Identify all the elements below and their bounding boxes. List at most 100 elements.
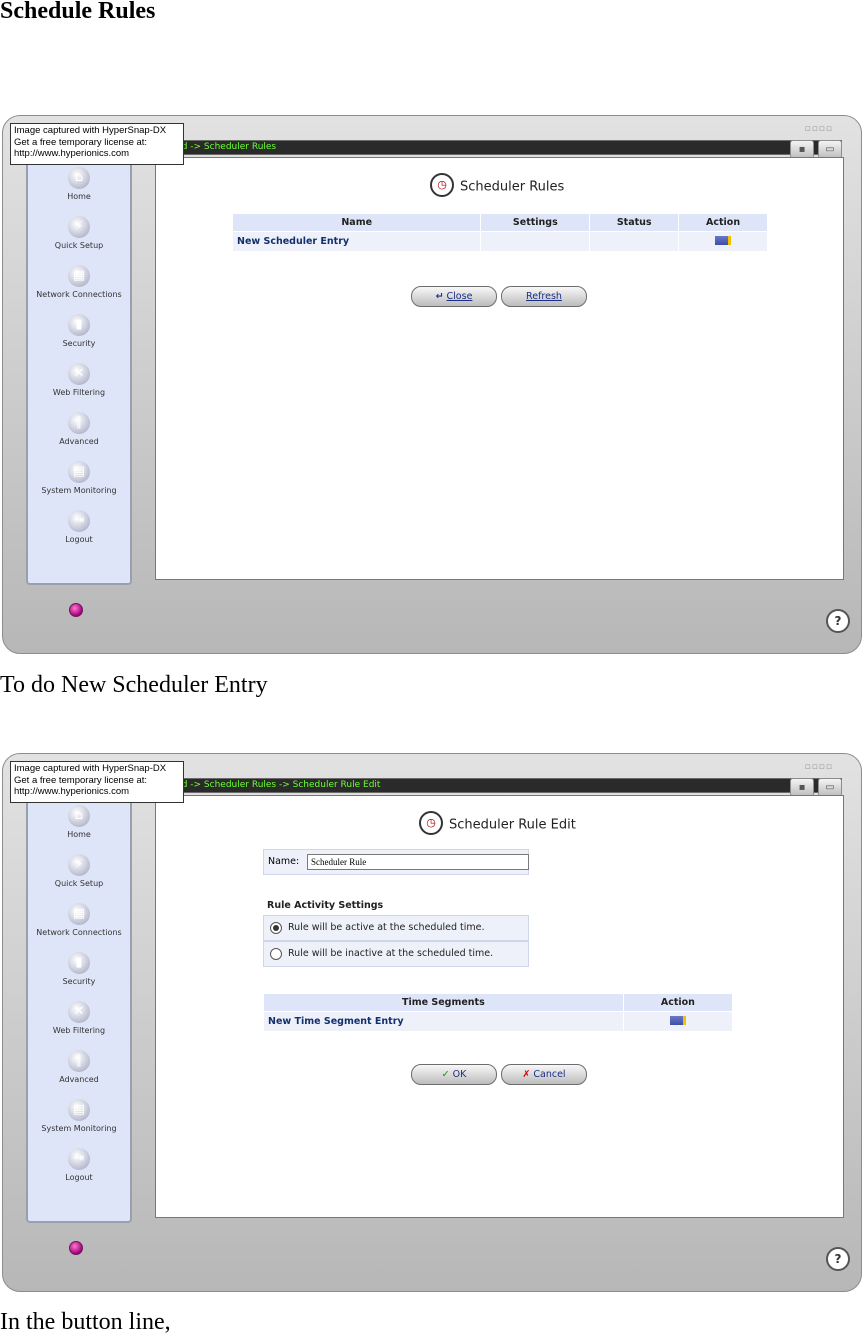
name-label: Name: bbox=[268, 856, 300, 867]
return-arrow-icon: ↵ bbox=[435, 291, 444, 302]
name-field-row: Name: Scheduler Rule bbox=[263, 849, 529, 875]
table-row: New Time Segment Entry bbox=[263, 1011, 734, 1032]
table-cell-status bbox=[589, 231, 680, 252]
window-grip: ▫▫▫▫ bbox=[804, 124, 833, 134]
checkmark-icon: ✓ bbox=[441, 1069, 450, 1080]
sidebar-item-label: Advanced bbox=[59, 437, 99, 446]
column-header-action: Action bbox=[678, 213, 768, 232]
sidebar-item-label: Home bbox=[67, 192, 91, 201]
radio-active[interactable] bbox=[270, 922, 282, 934]
screenshot-scheduler-rules: ▫▫▫▫ anced -> Scheduler Rules ▪ ▭ ⌂ Home … bbox=[0, 113, 864, 656]
column-header-name: Name bbox=[231, 213, 482, 232]
sidebar-item-logout[interactable]: ⇥ Logout bbox=[28, 510, 130, 554]
sidebar-item-network-connections[interactable]: ▦ Network Connections bbox=[28, 265, 130, 309]
network-icon: ▦ bbox=[68, 903, 90, 925]
home-icon: ⌂ bbox=[68, 805, 90, 827]
new-scheduler-entry-link[interactable]: New Scheduler Entry bbox=[231, 231, 482, 252]
watermark-line: Get a free temporary license at: bbox=[14, 774, 148, 786]
sidebar-item-advanced[interactable]: ∥ Advanced bbox=[28, 412, 130, 456]
sidebar-item-label: Logout bbox=[65, 1173, 93, 1182]
sidebar-item-logout[interactable]: ⇥ Logout bbox=[28, 1148, 130, 1192]
edit-icon[interactable] bbox=[669, 1015, 686, 1025]
sidebar-item-web-filtering[interactable]: ✕ Web Filtering bbox=[28, 1001, 130, 1045]
caption-button-line: In the button line, bbox=[0, 1309, 171, 1335]
lock-icon: ▮ bbox=[68, 314, 90, 336]
monitor-icon: ▤ bbox=[68, 461, 90, 483]
hypersnap-watermark: Image captured with HyperSnap-DX Get a f… bbox=[10, 123, 184, 165]
cancel-button-label: Cancel bbox=[533, 1069, 566, 1080]
power-icon[interactable] bbox=[69, 603, 83, 617]
new-time-segment-entry-link[interactable]: New Time Segment Entry bbox=[263, 1011, 624, 1032]
column-header-time-segments: Time Segments bbox=[263, 993, 624, 1012]
sidebar-item-label: Quick Setup bbox=[54, 879, 104, 888]
sidebar-item-label: Web Filtering bbox=[52, 388, 106, 397]
sidebar-item-network-connections[interactable]: ▦ Network Connections bbox=[28, 903, 130, 947]
column-header-status: Status bbox=[589, 213, 680, 232]
home-icon: ⌂ bbox=[68, 167, 90, 189]
sidebar-item-label: System Monitoring bbox=[41, 1124, 117, 1133]
watermark-line: Image captured with HyperSnap-DX bbox=[14, 125, 167, 136]
window-grip: ▫▫▫▫ bbox=[804, 762, 833, 772]
caption-new-scheduler-entry: To do New Scheduler Entry bbox=[0, 672, 268, 698]
sidebar-item-label: Quick Setup bbox=[54, 241, 104, 250]
sidebar-item-home[interactable]: ⌂ Home bbox=[28, 167, 130, 211]
close-button[interactable]: ↵ Close bbox=[411, 286, 497, 307]
sidebar-item-label: Web Filtering bbox=[52, 1026, 106, 1035]
sidebar-item-quick-setup[interactable]: ⚡ Quick Setup bbox=[28, 854, 130, 898]
filter-icon: ✕ bbox=[68, 363, 90, 385]
edit-icon[interactable] bbox=[715, 235, 732, 245]
screenshot-scheduler-rule-edit: ▫▫▫▫ anced -> Scheduler Rules -> Schedul… bbox=[0, 751, 864, 1294]
page-title: ◷ Scheduler Rules bbox=[430, 173, 565, 199]
sidebar-item-label: Security bbox=[62, 339, 96, 348]
sidebar: ⌂ Home ⚡ Quick Setup ▦ Network Connections … bbox=[26, 791, 132, 1223]
sidebar-footer bbox=[26, 585, 128, 635]
clock-icon: ◷ bbox=[419, 811, 443, 835]
page-title-text: Scheduler Rule Edit bbox=[449, 817, 576, 833]
sidebar-footer bbox=[26, 1223, 128, 1273]
sidebar-item-quick-setup[interactable]: ⚡ Quick Setup bbox=[28, 216, 130, 260]
hypersnap-watermark: Image captured with HyperSnap-DX Get a f… bbox=[10, 761, 184, 803]
help-icon[interactable]: ? bbox=[826, 1247, 850, 1271]
column-header-settings: Settings bbox=[480, 213, 591, 232]
cancel-button[interactable]: ✗ Cancel bbox=[501, 1064, 587, 1085]
sidebar-item-system-monitoring[interactable]: ▤ System Monitoring bbox=[28, 1099, 130, 1143]
column-header-action: Action bbox=[622, 993, 734, 1012]
table-row: New Scheduler Entry bbox=[231, 231, 768, 252]
name-input[interactable]: Scheduler Rule bbox=[307, 854, 529, 870]
sidebar-item-label: Advanced bbox=[59, 1075, 99, 1084]
sidebar-item-label: Home bbox=[67, 830, 91, 839]
table-cell-action bbox=[678, 231, 768, 252]
close-button-label: Close bbox=[446, 291, 473, 302]
watermark-line: Get a free temporary license at: bbox=[14, 136, 148, 148]
sidebar-item-security[interactable]: ▮ Security bbox=[28, 314, 130, 358]
power-icon[interactable] bbox=[69, 1241, 83, 1255]
sidebar-item-advanced[interactable]: ∥ Advanced bbox=[28, 1050, 130, 1094]
network-icon: ▦ bbox=[68, 265, 90, 287]
watermark-line: http://www.hyperionics.com bbox=[14, 786, 130, 797]
sidebar-item-web-filtering[interactable]: ✕ Web Filtering bbox=[28, 363, 130, 407]
watermark-line: http://www.hyperionics.com bbox=[14, 148, 130, 159]
sidebar-item-security[interactable]: ▮ Security bbox=[28, 952, 130, 996]
radio-inactive-row[interactable]: Rule will be inactive at the scheduled t… bbox=[263, 941, 529, 967]
radio-active-row[interactable]: Rule will be active at the scheduled tim… bbox=[263, 915, 529, 941]
logout-icon: ⇥ bbox=[68, 1148, 90, 1170]
ok-button[interactable]: ✓ OK bbox=[411, 1064, 497, 1085]
sidebar: ⌂ Home ⚡ Quick Setup ▦ Network Connections … bbox=[26, 153, 132, 585]
main-content: ◷ Scheduler Rule Edit Name: Scheduler Rul… bbox=[155, 795, 844, 1218]
radio-inactive-label: Rule will be inactive at the scheduled t… bbox=[288, 948, 494, 959]
sidebar-item-system-monitoring[interactable]: ▤ System Monitoring bbox=[28, 461, 130, 505]
filter-icon: ✕ bbox=[68, 1001, 90, 1023]
rule-activity-settings-label: Rule Activity Settings bbox=[267, 900, 384, 911]
help-icon[interactable]: ? bbox=[826, 609, 850, 633]
page-title: ◷ Scheduler Rule Edit bbox=[419, 811, 576, 837]
breadcrumb-bar: anced -> Scheduler Rules -> Scheduler Ru… bbox=[155, 778, 842, 793]
refresh-button-label: Refresh bbox=[526, 291, 562, 302]
ok-button-label: OK bbox=[452, 1069, 467, 1080]
main-content: ◷ Scheduler Rules Name Settings Status Ac… bbox=[155, 157, 844, 580]
lightning-icon: ⚡ bbox=[68, 216, 90, 238]
radio-inactive[interactable] bbox=[270, 948, 282, 960]
sidebar-item-home[interactable]: ⌂ Home bbox=[28, 805, 130, 849]
refresh-button[interactable]: Refresh bbox=[501, 286, 587, 307]
breadcrumb-bar: anced -> Scheduler Rules bbox=[155, 140, 842, 155]
page-title-text: Scheduler Rules bbox=[460, 179, 565, 195]
